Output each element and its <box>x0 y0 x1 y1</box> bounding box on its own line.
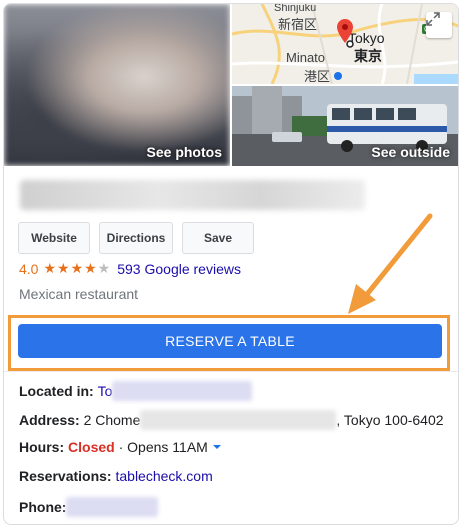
located-in-label: Located in: <box>19 383 94 399</box>
redacted-phone <box>66 497 159 517</box>
phone-row: Phone: <box>19 497 159 517</box>
hours-row[interactable]: Hours: Closed · Opens 11AM <box>19 439 223 455</box>
map-tile[interactable]: Shinjuku 新宿区 Tokyo 東京 Minato 港区 C2 <box>232 4 458 84</box>
directions-button[interactable]: Directions <box>99 222 173 254</box>
expand-map-button[interactable] <box>426 12 452 38</box>
phone-label: Phone: <box>19 499 67 515</box>
hours-next-open: · Opens 11AM <box>118 439 208 455</box>
located-in-row: Located in: To <box>19 381 253 401</box>
media-strip: See photos Shinjuku 新宿区 Tokyo 東京 Minato … <box>4 4 458 166</box>
map-graphic <box>232 4 458 84</box>
street-view-tile[interactable]: See outside <box>232 86 458 166</box>
business-category: Mexican restaurant <box>19 286 139 302</box>
address-end: , Tokyo 100-6402 <box>336 412 444 428</box>
divider <box>4 371 458 372</box>
rating-value: 4.0 <box>19 260 39 277</box>
hours-status: Closed <box>68 439 115 455</box>
map-label-minato-kanji: 港区 <box>304 69 331 84</box>
address-start: 2 Chome <box>83 412 141 428</box>
hours-label: Hours: <box>19 439 65 455</box>
see-outside-label: See outside <box>371 144 450 160</box>
map-label-shinjuku-romaji: Shinjuku <box>274 4 317 14</box>
located-in-link[interactable]: To <box>98 383 113 399</box>
map-location-dot-icon <box>346 40 354 48</box>
see-photos-label: See photos <box>146 144 222 160</box>
address-row: Address: 2 Chome , Tokyo 100-6402 <box>19 410 444 430</box>
map-label-tokyo-kanji: 東京 <box>354 48 382 64</box>
business-panel: See photos Shinjuku 新宿区 Tokyo 東京 Minato … <box>3 3 459 525</box>
reviews-link[interactable]: 593 Google reviews <box>117 261 241 277</box>
annotation-arrow-icon <box>348 213 433 314</box>
business-name-redacted <box>20 180 365 210</box>
reservations-row: Reservations: tablecheck.com <box>19 468 213 484</box>
save-button[interactable]: Save <box>182 222 254 254</box>
rating-row: 4.0 ★★★★★ 593 Google reviews <box>19 260 241 277</box>
blurred-photo <box>4 4 230 166</box>
redacted-text <box>112 381 253 401</box>
address-label: Address: <box>19 412 80 428</box>
reserve-table-button[interactable]: RESERVE A TABLE <box>18 324 442 358</box>
star-rating-icon: ★★★★★ <box>43 260 112 276</box>
website-button[interactable]: Website <box>18 222 90 254</box>
map-label-minato: Minato <box>286 50 326 65</box>
expand-icon <box>426 12 440 26</box>
reservations-link[interactable]: tablecheck.com <box>115 468 212 484</box>
reservations-label: Reservations: <box>19 468 112 484</box>
redacted-text <box>140 410 337 430</box>
photos-tile[interactable]: See photos <box>4 4 230 166</box>
map-label-shinjuku: 新宿区 <box>278 17 318 32</box>
dropdown-caret-icon[interactable] <box>211 443 223 451</box>
